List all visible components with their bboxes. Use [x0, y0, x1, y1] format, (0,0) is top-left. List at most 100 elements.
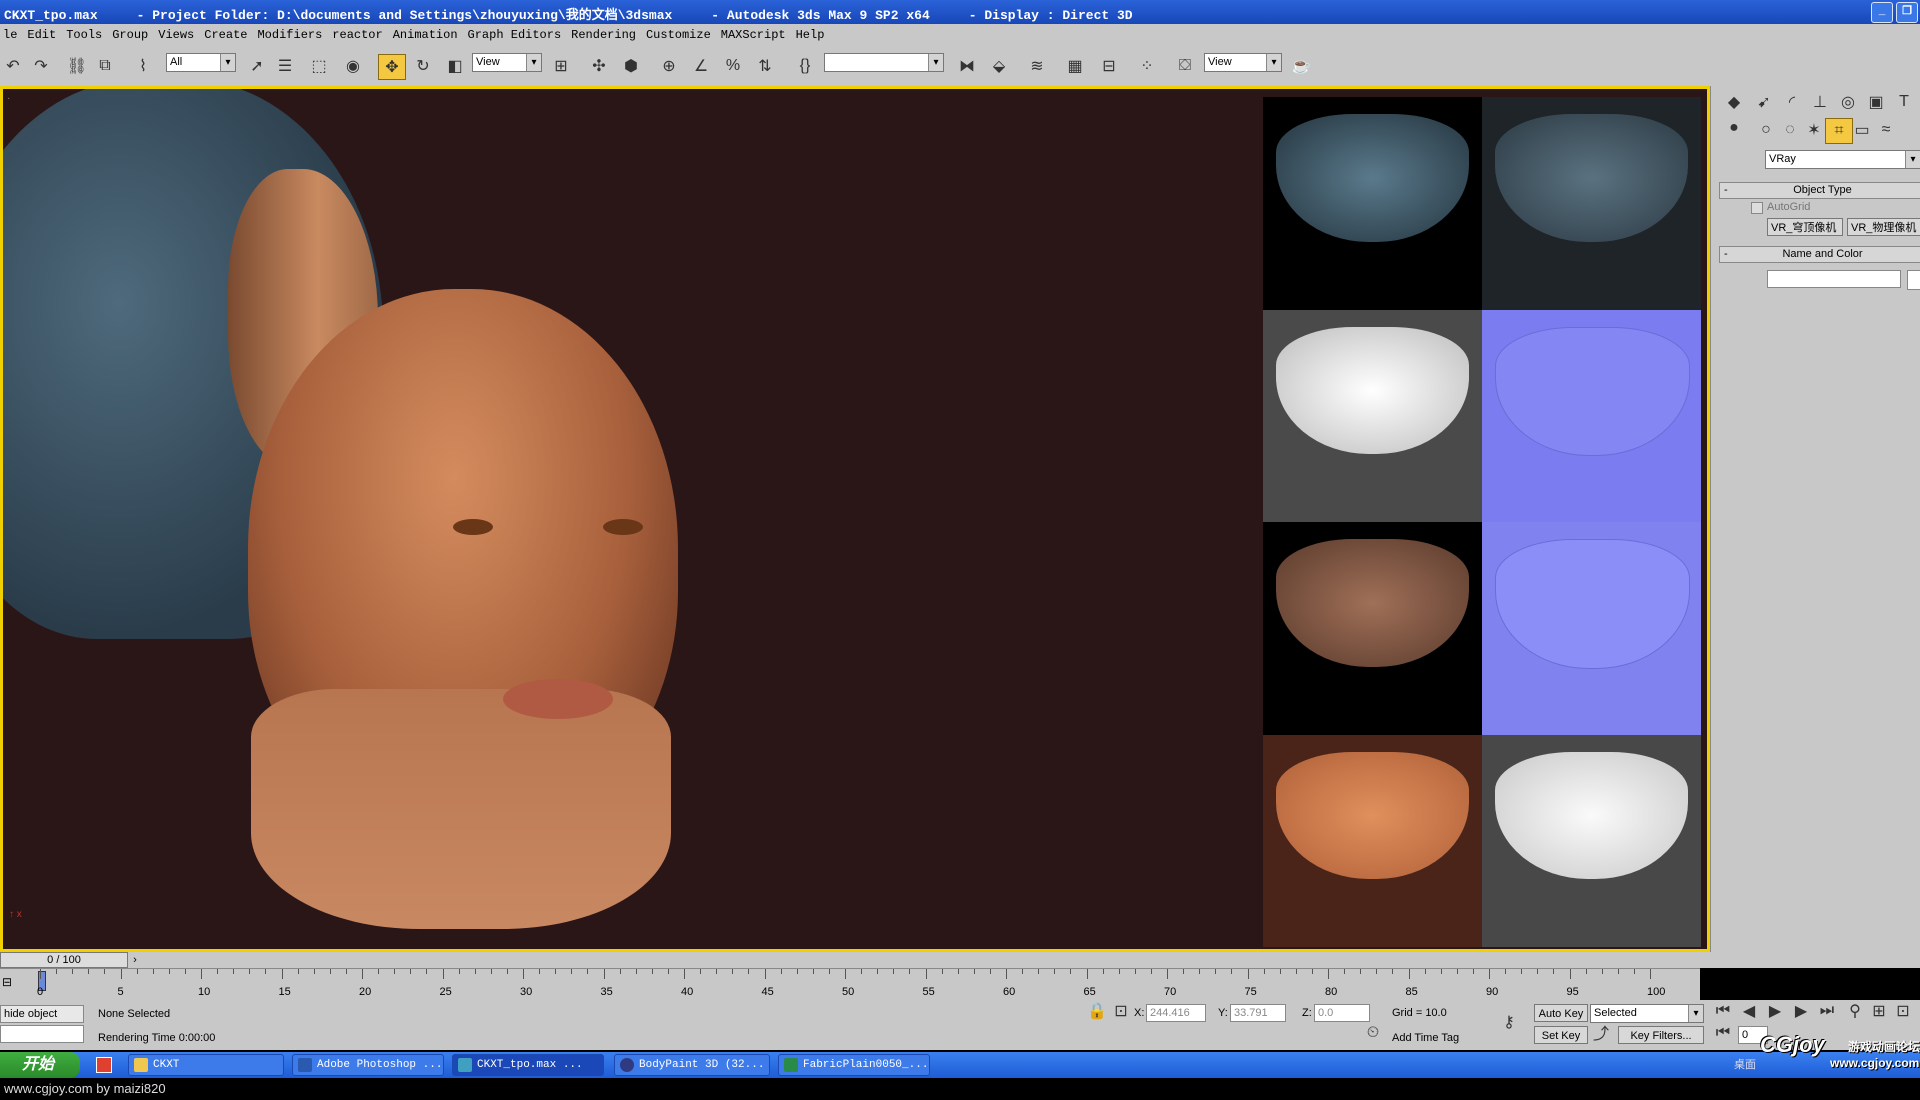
window-crossing-icon[interactable]: ◉: [340, 54, 366, 78]
menu-modifiers[interactable]: Modifiers: [254, 24, 329, 46]
helpers-icon[interactable]: ▭: [1849, 118, 1875, 142]
track-bar[interactable]: ⊟ 0 5 10 15 20 25 30 35 40 45 50 55 60 65 70 75 80 85 90 95…: [0, 968, 1700, 1001]
mirror-icon[interactable]: ⧓: [954, 54, 980, 78]
shapes-icon[interactable]: ◌: [1777, 118, 1803, 142]
default-tangent-icon[interactable]: ⤴: [1588, 1022, 1614, 1043]
spacewarps-icon[interactable]: ≈: [1873, 118, 1899, 142]
move-icon[interactable]: ✥: [378, 54, 406, 80]
menu-views[interactable]: Views: [155, 24, 201, 46]
autogrid-checkbox[interactable]: [1751, 202, 1763, 214]
key-mode-toggle-icon[interactable]: ⏮: [1710, 1024, 1736, 1042]
play-icon[interactable]: ▶: [1762, 1002, 1788, 1020]
start-button[interactable]: 开始: [0, 1052, 80, 1078]
utilities-tab-icon[interactable]: T: [1891, 90, 1917, 114]
minimize-button[interactable]: _: [1871, 2, 1893, 23]
select-by-name-icon[interactable]: ☰: [272, 54, 298, 78]
key-filters-button[interactable]: Key Filters...: [1618, 1026, 1704, 1044]
schematic-view-icon[interactable]: ⊟: [1096, 54, 1122, 78]
named-selection-icon[interactable]: {}: [792, 54, 818, 78]
set-key-icon[interactable]: ⚷: [1494, 1010, 1524, 1034]
auto-key-button[interactable]: Auto Key: [1534, 1004, 1588, 1022]
name-color-rollout[interactable]: - Name and Color: [1719, 246, 1920, 263]
display-tab-icon[interactable]: ▣: [1863, 90, 1889, 114]
select-link-icon[interactable]: ⛓: [64, 54, 90, 78]
pivot-center-icon[interactable]: ⊞: [548, 54, 574, 78]
menu-animation[interactable]: Animation: [390, 24, 465, 46]
unlink-icon[interactable]: ⧉: [92, 54, 118, 78]
taskbar-item-photoshop[interactable]: Adobe Photoshop ...: [292, 1054, 444, 1076]
material-editor-icon[interactable]: ⁘: [1134, 54, 1160, 78]
camera-type-dropdown[interactable]: VRay: [1765, 150, 1920, 169]
lock-selection-icon[interactable]: 🔒: [1084, 1002, 1110, 1020]
create-tab-icon[interactable]: ➹: [1751, 90, 1777, 114]
maxscript-listener[interactable]: [0, 1025, 84, 1043]
vr-physical-camera-button[interactable]: VR_物理像机: [1847, 218, 1920, 236]
vr-dome-camera-button[interactable]: VR_穹顶像机: [1767, 218, 1843, 236]
rotate-icon[interactable]: ↻: [410, 54, 436, 78]
prev-frame-icon[interactable]: ◀: [1736, 1002, 1762, 1020]
desktop-label[interactable]: 桌面: [1734, 1057, 1756, 1073]
scale-icon[interactable]: ◧: [442, 54, 468, 78]
selection-filter-dropdown[interactable]: All: [166, 53, 236, 72]
zoom-extents-icon[interactable]: ⊡: [1890, 1002, 1916, 1020]
sphere-icon[interactable]: ●: [1721, 116, 1747, 140]
time-slider[interactable]: 0 / 100: [0, 952, 128, 968]
navigation-icon[interactable]: ◆: [1721, 90, 1747, 114]
hierarchy-tab-icon[interactable]: ⊥: [1807, 90, 1833, 114]
modify-tab-icon[interactable]: ◜: [1779, 90, 1805, 114]
object-type-rollout[interactable]: - Object Type: [1719, 182, 1920, 199]
zoom-icon[interactable]: ⚲: [1842, 1002, 1868, 1020]
render-scene-icon[interactable]: ⛋: [1172, 54, 1198, 78]
absolute-mode-icon[interactable]: ⊡: [1108, 1002, 1134, 1020]
quicklaunch-icon[interactable]: [96, 1057, 112, 1073]
z-coord-input[interactable]: 0.0: [1314, 1004, 1370, 1022]
rect-selection-icon[interactable]: ⬚: [306, 54, 332, 78]
taskbar-item-fabric[interactable]: FabricPlain0050_...: [778, 1054, 930, 1076]
goto-end-icon[interactable]: ⏭: [1814, 1002, 1840, 1020]
menu-tools[interactable]: Tools: [63, 24, 109, 46]
time-slider-bar[interactable]: [0, 952, 1920, 968]
restore-button[interactable]: ❐: [1896, 2, 1918, 23]
unhide-object-field[interactable]: hide object: [0, 1005, 84, 1023]
object-name-input[interactable]: [1767, 270, 1901, 288]
angle-snap-icon[interactable]: ∠: [688, 54, 714, 78]
select-manipulate-icon[interactable]: ✣: [586, 54, 612, 78]
slider-next-icon[interactable]: ›: [128, 952, 142, 968]
open-mini-curve-icon[interactable]: ⊟: [2, 975, 12, 989]
goto-start-icon[interactable]: ⏮: [1710, 1002, 1736, 1020]
snap-toggle-icon[interactable]: ⊕: [656, 54, 682, 78]
keyboard-shortcut-icon[interactable]: ⬢: [618, 54, 644, 78]
bind-space-warp-icon[interactable]: ⌇: [130, 54, 156, 78]
taskbar-item-3dsmax[interactable]: CKXT_tpo.max ...: [452, 1054, 604, 1076]
reference-coord-dropdown[interactable]: View: [472, 53, 542, 72]
menu-reactor[interactable]: reactor: [329, 24, 389, 46]
spinner-snap-icon[interactable]: ⇅: [752, 54, 778, 78]
lights-icon[interactable]: ✶: [1801, 118, 1827, 142]
taskbar-item-bodypaint[interactable]: BodyPaint 3D (32...: [614, 1054, 770, 1076]
menu-customize[interactable]: Customize: [643, 24, 718, 46]
named-selection-dropdown[interactable]: [824, 53, 944, 72]
menu-create[interactable]: Create: [201, 24, 254, 46]
taskbar-item-ckxt[interactable]: CKXT: [128, 1054, 284, 1076]
object-color-swatch[interactable]: [1907, 270, 1920, 290]
redo-icon[interactable]: ↷: [28, 54, 54, 78]
curve-editor-icon[interactable]: ▦: [1062, 54, 1088, 78]
quick-render-icon[interactable]: ☕: [1288, 54, 1314, 78]
next-frame-icon[interactable]: ▶: [1788, 1002, 1814, 1020]
select-object-icon[interactable]: ➚: [244, 54, 270, 78]
x-coord-input[interactable]: 244.416: [1146, 1004, 1206, 1022]
geometry-icon[interactable]: ○: [1753, 118, 1779, 142]
menu-help[interactable]: Help: [793, 24, 832, 46]
percent-snap-icon[interactable]: %: [720, 54, 746, 78]
time-tag-icon[interactable]: ⏲: [1360, 1024, 1386, 1042]
menu-graph-editors[interactable]: Graph Editors: [465, 24, 569, 46]
menu-rendering[interactable]: Rendering: [568, 24, 643, 46]
menu-group[interactable]: Group: [109, 24, 155, 46]
set-key-button[interactable]: Set Key: [1534, 1026, 1588, 1044]
menu-edit[interactable]: Edit: [24, 24, 63, 46]
menu-file[interactable]: le: [0, 24, 24, 46]
zoom-all-icon[interactable]: ⊞: [1866, 1002, 1892, 1020]
motion-tab-icon[interactable]: ◎: [1835, 90, 1861, 114]
add-time-tag[interactable]: Add Time Tag: [1392, 1030, 1459, 1046]
y-coord-input[interactable]: 33.791: [1230, 1004, 1286, 1022]
